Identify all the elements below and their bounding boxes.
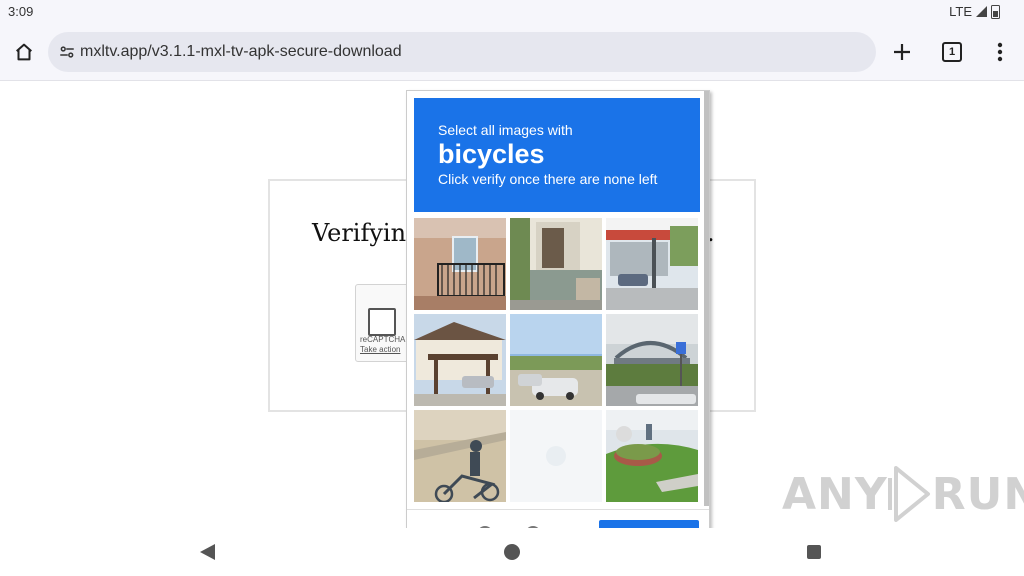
recaptcha-checkbox[interactable] bbox=[368, 308, 396, 336]
anyrun-watermark: ANY RUN bbox=[782, 464, 1024, 524]
home-nav-button[interactable] bbox=[504, 544, 520, 560]
image-tile[interactable] bbox=[414, 218, 506, 310]
tab-count: 1 bbox=[942, 42, 962, 62]
image-tile[interactable] bbox=[510, 410, 602, 502]
url-text: mxltv.app/v3.1.1-mxl-tv-apk-secure-downl… bbox=[80, 43, 402, 60]
image-tile[interactable] bbox=[414, 314, 506, 406]
watermark-text-right: RUN bbox=[931, 468, 1024, 520]
system-nav-bar bbox=[0, 528, 1024, 576]
image-tile[interactable] bbox=[606, 218, 698, 310]
scrollbar[interactable] bbox=[704, 91, 709, 506]
captcha-challenge-dialog: Select all images with bicycles Click ve… bbox=[406, 90, 710, 530]
challenge-header: Select all images with bicycles Click ve… bbox=[414, 98, 700, 212]
recaptcha-label: reCAPTCHA bbox=[360, 335, 406, 344]
recents-button[interactable] bbox=[807, 545, 821, 559]
home-icon bbox=[16, 43, 32, 61]
tab-switcher-button[interactable]: 1 bbox=[932, 32, 972, 72]
clock: 3:09 bbox=[8, 4, 34, 19]
home-button[interactable] bbox=[4, 32, 44, 72]
menu-button[interactable] bbox=[980, 32, 1020, 72]
image-tile[interactable] bbox=[510, 314, 602, 406]
challenge-hint: Click verify once there are none left bbox=[438, 171, 658, 187]
challenge-target: bicycles bbox=[438, 139, 545, 169]
address-bar[interactable]: mxltv.app/v3.1.1-mxl-tv-apk-secure-downl… bbox=[48, 32, 876, 72]
plus-icon bbox=[894, 44, 910, 60]
site-settings-icon[interactable] bbox=[56, 41, 78, 63]
image-tile[interactable] bbox=[606, 314, 698, 406]
image-tile[interactable] bbox=[606, 410, 698, 502]
challenge-instruction: Select all images with bbox=[438, 122, 573, 138]
watermark-text-left: ANY bbox=[782, 468, 888, 520]
battery-icon bbox=[991, 4, 1000, 19]
more-vert-icon bbox=[997, 42, 1003, 62]
image-tile[interactable] bbox=[510, 218, 602, 310]
new-tab-button[interactable] bbox=[882, 32, 922, 72]
network-type: LTE bbox=[949, 4, 972, 19]
signal-icon bbox=[976, 6, 987, 17]
play-logo-icon bbox=[887, 466, 930, 522]
status-bar: 3:09 LTE bbox=[0, 0, 1024, 24]
challenge-footer bbox=[407, 509, 709, 529]
back-button[interactable] bbox=[200, 544, 215, 560]
browser-toolbar: mxltv.app/v3.1.1-mxl-tv-apk-secure-downl… bbox=[0, 24, 1024, 81]
image-tile[interactable] bbox=[414, 410, 506, 502]
recaptcha-take-action-link[interactable]: Take action bbox=[360, 345, 400, 354]
